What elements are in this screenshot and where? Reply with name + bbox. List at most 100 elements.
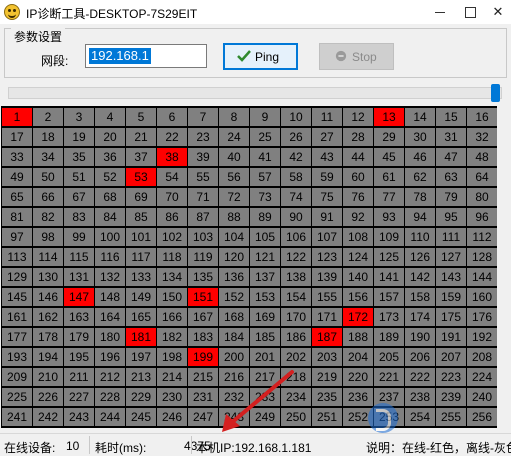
ip-cell-136[interactable]: 136: [219, 268, 249, 286]
ip-cell-51[interactable]: 51: [64, 168, 94, 186]
ip-cell-165[interactable]: 165: [126, 308, 156, 326]
ip-cell-186[interactable]: 186: [281, 328, 311, 346]
ip-cell-131[interactable]: 131: [64, 268, 94, 286]
ip-cell-171[interactable]: 171: [312, 308, 342, 326]
ip-cell-29[interactable]: 29: [374, 128, 404, 146]
ip-cell-103[interactable]: 103: [188, 228, 218, 246]
ip-cell-75[interactable]: 75: [312, 188, 342, 206]
ip-cell-223[interactable]: 223: [436, 368, 466, 386]
ip-cell-41[interactable]: 41: [250, 148, 280, 166]
ip-cell-242[interactable]: 242: [33, 408, 63, 426]
ip-cell-104[interactable]: 104: [219, 228, 249, 246]
ip-cell-197[interactable]: 197: [126, 348, 156, 366]
ip-cell-3[interactable]: 3: [64, 108, 94, 126]
ip-cell-214[interactable]: 214: [157, 368, 187, 386]
ip-cell-87[interactable]: 87: [188, 208, 218, 226]
ip-cell-37[interactable]: 37: [126, 148, 156, 166]
ip-cell-210[interactable]: 210: [33, 368, 63, 386]
ip-cell-228[interactable]: 228: [95, 388, 125, 406]
ip-cell-99[interactable]: 99: [64, 228, 94, 246]
ip-cell-189[interactable]: 189: [374, 328, 404, 346]
ip-cell-160[interactable]: 160: [467, 288, 497, 306]
ip-cell-159[interactable]: 159: [436, 288, 466, 306]
ip-cell-201[interactable]: 201: [250, 348, 280, 366]
ip-cell-130[interactable]: 130: [33, 268, 63, 286]
ip-cell-155[interactable]: 155: [312, 288, 342, 306]
ip-cell-129[interactable]: 129: [2, 268, 32, 286]
ip-cell-74[interactable]: 74: [281, 188, 311, 206]
ip-cell-178[interactable]: 178: [33, 328, 63, 346]
ip-cell-244[interactable]: 244: [95, 408, 125, 426]
ip-cell-163[interactable]: 163: [64, 308, 94, 326]
ip-cell-203[interactable]: 203: [312, 348, 342, 366]
ip-cell-56[interactable]: 56: [219, 168, 249, 186]
ip-cell-173[interactable]: 173: [374, 308, 404, 326]
ip-cell-135[interactable]: 135: [188, 268, 218, 286]
ip-cell-246[interactable]: 246: [157, 408, 187, 426]
ip-cell-198[interactable]: 198: [157, 348, 187, 366]
close-button[interactable]: ✕: [478, 0, 511, 24]
ip-cell-1[interactable]: 1: [2, 108, 32, 126]
ip-cell-166[interactable]: 166: [157, 308, 187, 326]
ip-cell-4[interactable]: 4: [95, 108, 125, 126]
ip-cell-149[interactable]: 149: [126, 288, 156, 306]
ip-cell-182[interactable]: 182: [157, 328, 187, 346]
ip-cell-115[interactable]: 115: [64, 248, 94, 266]
ip-cell-183[interactable]: 183: [188, 328, 218, 346]
ip-cell-226[interactable]: 226: [33, 388, 63, 406]
ip-cell-243[interactable]: 243: [64, 408, 94, 426]
ip-cell-241[interactable]: 241: [2, 408, 32, 426]
ip-cell-162[interactable]: 162: [33, 308, 63, 326]
ip-cell-133[interactable]: 133: [126, 268, 156, 286]
ip-cell-119[interactable]: 119: [188, 248, 218, 266]
ip-cell-6[interactable]: 6: [157, 108, 187, 126]
ip-cell-164[interactable]: 164: [95, 308, 125, 326]
ip-cell-204[interactable]: 204: [343, 348, 373, 366]
ip-cell-68[interactable]: 68: [95, 188, 125, 206]
ip-cell-66[interactable]: 66: [33, 188, 63, 206]
ip-cell-175[interactable]: 175: [436, 308, 466, 326]
ip-cell-36[interactable]: 36: [95, 148, 125, 166]
ip-cell-209[interactable]: 209: [2, 368, 32, 386]
ip-cell-17[interactable]: 17: [2, 128, 32, 146]
ip-cell-229[interactable]: 229: [126, 388, 156, 406]
ip-cell-20[interactable]: 20: [95, 128, 125, 146]
ip-cell-86[interactable]: 86: [157, 208, 187, 226]
stop-button[interactable]: Stop: [319, 43, 394, 70]
ip-cell-156[interactable]: 156: [343, 288, 373, 306]
ip-cell-55[interactable]: 55: [188, 168, 218, 186]
ip-cell-121[interactable]: 121: [250, 248, 280, 266]
ip-cell-199[interactable]: 199: [188, 348, 218, 366]
ip-cell-33[interactable]: 33: [2, 148, 32, 166]
ip-cell-120[interactable]: 120: [219, 248, 249, 266]
ip-cell-35[interactable]: 35: [64, 148, 94, 166]
ip-cell-148[interactable]: 148: [95, 288, 125, 306]
ip-cell-96[interactable]: 96: [467, 208, 497, 226]
ip-cell-128[interactable]: 128: [467, 248, 497, 266]
ip-cell-213[interactable]: 213: [126, 368, 156, 386]
ip-cell-7[interactable]: 7: [188, 108, 218, 126]
ip-cell-177[interactable]: 177: [2, 328, 32, 346]
ip-cell-140[interactable]: 140: [343, 268, 373, 286]
ip-cell-176[interactable]: 176: [467, 308, 497, 326]
ip-cell-79[interactable]: 79: [436, 188, 466, 206]
ip-cell-196[interactable]: 196: [95, 348, 125, 366]
ip-cell-24[interactable]: 24: [219, 128, 249, 146]
ip-cell-151[interactable]: 151: [188, 288, 218, 306]
ip-cell-202[interactable]: 202: [281, 348, 311, 366]
ip-cell-73[interactable]: 73: [250, 188, 280, 206]
ip-cell-195[interactable]: 195: [64, 348, 94, 366]
ip-cell-132[interactable]: 132: [95, 268, 125, 286]
ip-cell-58[interactable]: 58: [281, 168, 311, 186]
ip-cell-152[interactable]: 152: [219, 288, 249, 306]
ip-cell-98[interactable]: 98: [33, 228, 63, 246]
ip-cell-84[interactable]: 84: [95, 208, 125, 226]
ip-cell-59[interactable]: 59: [312, 168, 342, 186]
ip-cell-220[interactable]: 220: [343, 368, 373, 386]
ip-cell-245[interactable]: 245: [126, 408, 156, 426]
ip-cell-106[interactable]: 106: [281, 228, 311, 246]
ip-cell-45[interactable]: 45: [374, 148, 404, 166]
ip-cell-181[interactable]: 181: [126, 328, 156, 346]
ip-cell-15[interactable]: 15: [436, 108, 466, 126]
ip-cell-188[interactable]: 188: [343, 328, 373, 346]
